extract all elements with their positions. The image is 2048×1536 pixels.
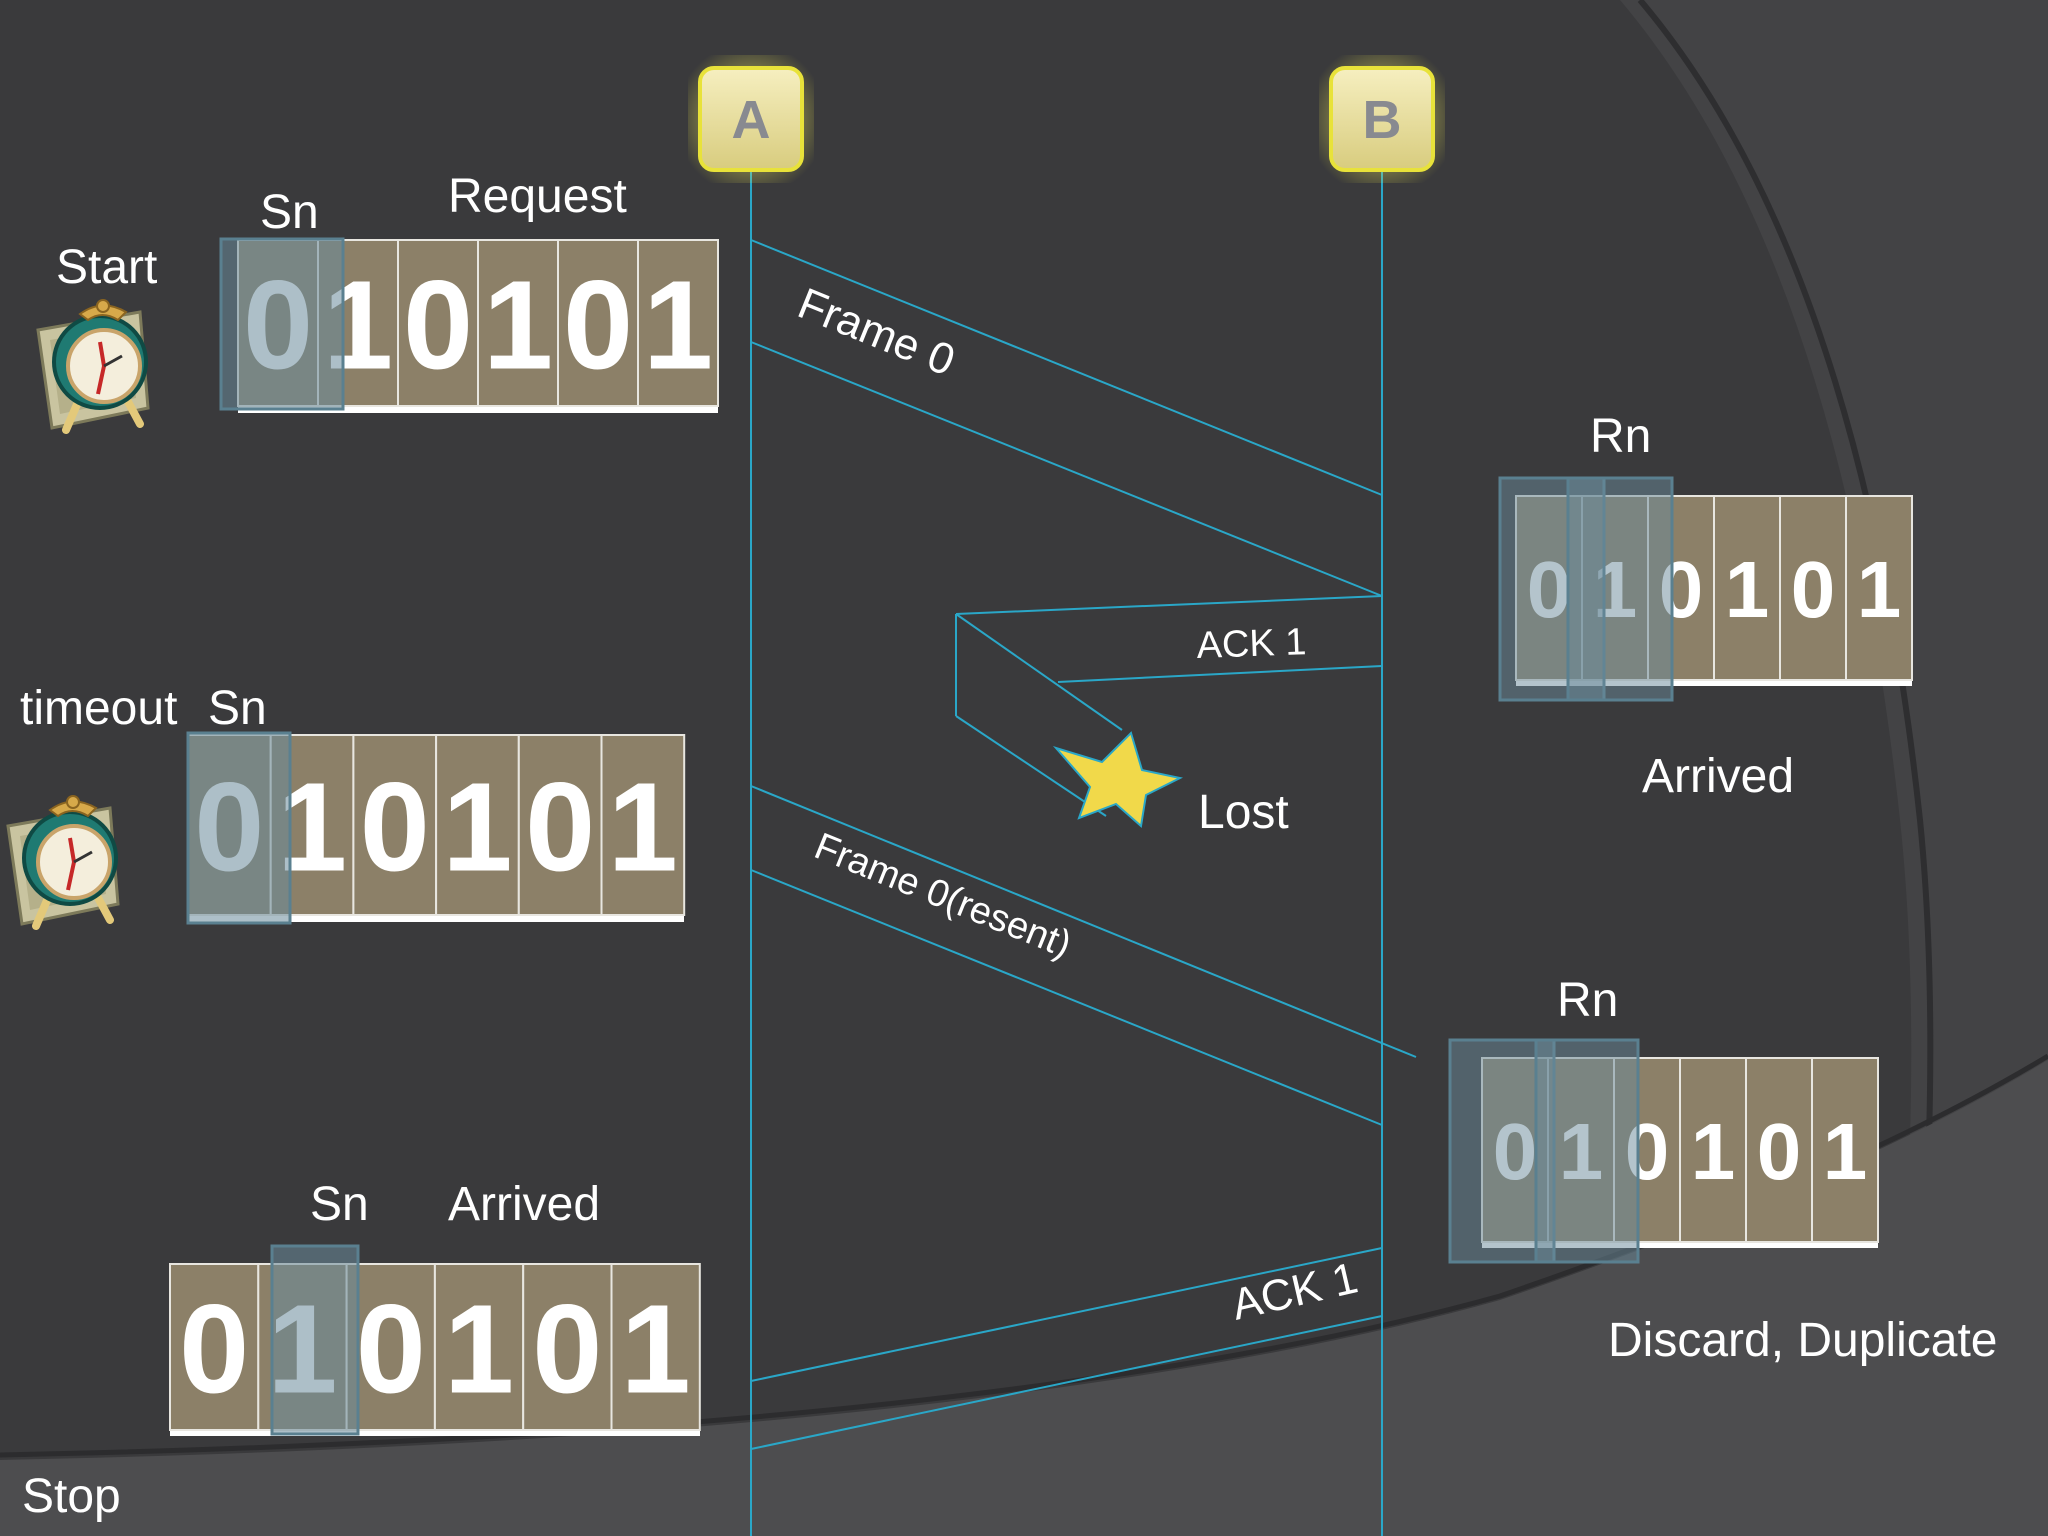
ack1-lost-label: ACK 1	[1196, 621, 1307, 667]
sn-window-stop	[270, 1244, 360, 1436]
ack1-lost-message: ACK 1 Lost	[955, 595, 1383, 839]
sequence-digit: 1	[621, 1278, 691, 1419]
sn-window-timeout	[186, 731, 292, 925]
alarm-clock-icon	[8, 796, 118, 926]
frame0-message: Frame 0	[750, 239, 1383, 597]
request-label: Request	[448, 170, 627, 223]
ack1-final-label: ACK 1	[1227, 1253, 1362, 1329]
lost-label: Lost	[1198, 786, 1289, 839]
timeout-label: timeout	[20, 682, 177, 735]
sequence-digit: 1	[643, 254, 713, 395]
node-b-label: B	[1363, 90, 1402, 150]
rn-label: Rn	[1590, 410, 1651, 463]
diagram-canvas: A B Frame 0 ACK 1 Lost Frame 0(resent) A…	[0, 0, 2048, 1536]
sequence-digit: 0	[1757, 1107, 1802, 1196]
sn-label: Sn	[310, 1178, 369, 1231]
sn-window-start	[219, 237, 345, 411]
sequence-digit: 0	[525, 756, 595, 897]
node-a: A	[688, 55, 814, 183]
sender-start-group: Start Sn Request 010101	[38, 170, 719, 430]
rn-label: Rn	[1557, 974, 1618, 1027]
start-label: Start	[56, 241, 157, 294]
sequence-digit: 0	[403, 254, 473, 395]
sequence-digit: 0	[360, 756, 430, 897]
sn-sequence-stop: 010101	[169, 1263, 701, 1431]
frame0-resent-message: Frame 0(resent)	[750, 785, 1417, 1126]
sn-label: Sn	[260, 186, 319, 239]
sequence-digit: 1	[1691, 1107, 1736, 1196]
sn-label: Sn	[208, 682, 267, 735]
arrived-label: Arrived	[448, 1178, 600, 1231]
sequence-digit: 1	[608, 756, 678, 897]
sequence-digit: 1	[444, 1278, 514, 1419]
discard-duplicate-label: Discard, Duplicate	[1608, 1314, 1997, 1367]
rn-window-first	[1566, 476, 1674, 702]
sequence-digit: 1	[1823, 1107, 1868, 1196]
star-icon	[1052, 731, 1184, 828]
sender-timeout-group: timeout Sn 010101	[8, 682, 686, 926]
sequence-digit: 0	[356, 1278, 426, 1419]
frame0-label: Frame 0	[791, 279, 961, 386]
stop-label: Stop	[22, 1470, 121, 1523]
sequence-digit: 0	[1791, 545, 1836, 634]
sequence-digit: 0	[563, 254, 633, 395]
sequence-digit: 0	[179, 1278, 249, 1419]
arrived-label: Arrived	[1642, 750, 1794, 803]
sequence-digit: 1	[442, 756, 512, 897]
node-b: B	[1319, 55, 1445, 183]
alarm-clock-icon	[38, 300, 148, 430]
node-a-label: A	[732, 90, 771, 150]
sequence-digit: 1	[483, 254, 553, 395]
stop-and-wait-diagram: A B Frame 0 ACK 1 Lost Frame 0(resent) A…	[0, 0, 2048, 1536]
rn-window-second	[1534, 1038, 1640, 1264]
frame0-resent-label: Frame 0(resent)	[809, 825, 1077, 966]
sequence-digit: 0	[532, 1278, 602, 1419]
sequence-digit: 1	[1857, 545, 1902, 634]
sequence-digit: 1	[1725, 545, 1770, 634]
